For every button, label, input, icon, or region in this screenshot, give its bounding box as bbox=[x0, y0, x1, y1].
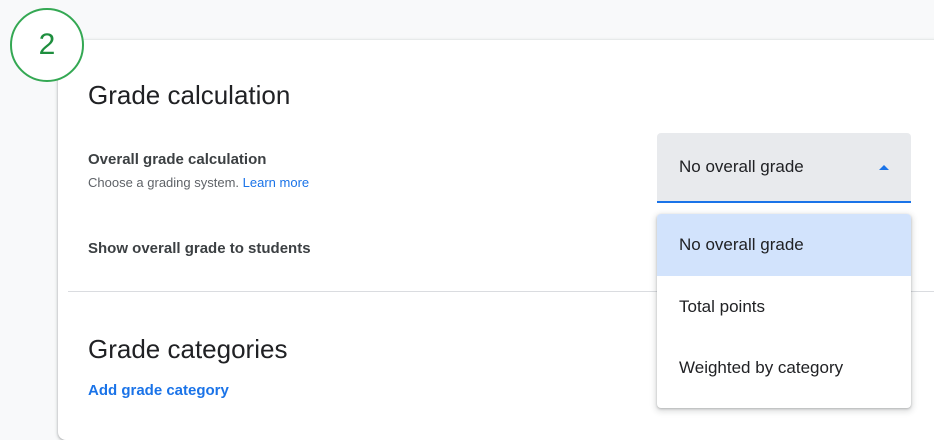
option-no-overall-grade[interactable]: No overall grade bbox=[657, 214, 911, 276]
grade-calculation-title: Grade calculation bbox=[88, 80, 291, 110]
grading-system-hint: Choose a grading system. bbox=[88, 175, 240, 190]
option-total-points[interactable]: Total points bbox=[657, 276, 911, 337]
learn-more-link[interactable]: Learn more bbox=[243, 175, 309, 190]
step-number-badge: 2 bbox=[10, 8, 84, 82]
overall-grade-calculation-label: Overall grade calculation bbox=[88, 151, 267, 168]
dropdown-arrow-up-icon bbox=[879, 164, 889, 170]
overall-grade-select[interactable]: No overall grade bbox=[657, 133, 911, 203]
select-current-value: No overall grade bbox=[679, 157, 804, 176]
option-weighted-by-category[interactable]: Weighted by category bbox=[657, 337, 911, 398]
show-overall-grade-label: Show overall grade to students bbox=[88, 240, 311, 257]
grading-options-menu: No overall grade Total points Weighted b… bbox=[657, 214, 911, 408]
add-grade-category-link[interactable]: Add grade category bbox=[88, 382, 229, 399]
grade-categories-title: Grade categories bbox=[88, 334, 288, 364]
overall-grade-calculation-description: Choose a grading system. Learn more bbox=[88, 175, 309, 190]
